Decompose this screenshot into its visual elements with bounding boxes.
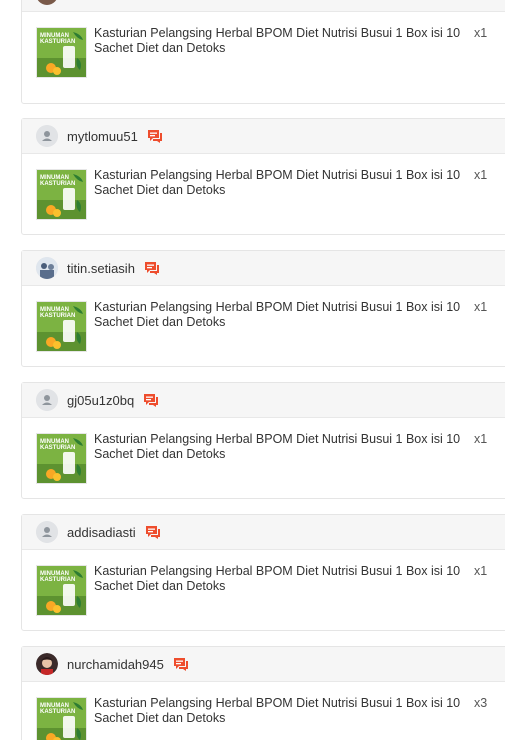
chat-icon[interactable] [173,656,189,672]
product-row: MINUMAN KASTURIAN Kasturian Pelangsing H… [22,418,505,498]
chat-icon[interactable] [143,392,159,408]
order-card: mytlomuu51 MINUMAN KASTURIAN Kasturian P… [21,118,505,235]
buyer-username[interactable]: gj05u1z0bq [67,393,134,408]
thumb-text: KASTURIAN [40,181,75,187]
buyer-username[interactable]: addisadiasti [67,525,136,540]
buyer-header: mytlomuu51 [22,119,505,154]
product-name[interactable]: Kasturian Pelangsing Herbal BPOM Diet Nu… [94,168,469,198]
product-row: MINUMAN KASTURIAN Kasturian Pelangsing H… [22,550,505,630]
product-thumbnail[interactable]: MINUMAN KASTURIAN [36,169,87,220]
thumb-text: KASTURIAN [40,39,75,45]
thumb-text: KASTURIAN [40,445,75,451]
chat-icon[interactable] [145,524,161,540]
photo-avatar[interactable] [36,653,58,675]
product-quantity: x3 [474,696,488,710]
order-card: nurchamidah945 MINUMAN KASTURIAN Kasturi… [21,646,505,740]
product-name[interactable]: Kasturian Pelangsing Herbal BPOM Diet Nu… [94,432,469,462]
product-thumbnail[interactable]: MINUMAN KASTURIAN [36,433,87,484]
default-avatar-icon[interactable] [36,389,58,411]
chat-icon[interactable] [147,128,163,144]
avatar[interactable] [36,0,58,5]
buyer-header: gj05u1z0bq [22,383,505,418]
order-card: titin.setiasih MINUMAN KASTURIAN Kasturi… [21,250,505,367]
product-name[interactable]: Kasturian Pelangsing Herbal BPOM Diet Nu… [94,26,469,56]
product-name[interactable]: Kasturian Pelangsing Herbal BPOM Diet Nu… [94,696,469,726]
product-row: MINUMAN KASTURIAN Kasturian Pelangsing H… [22,154,505,234]
product-name[interactable]: Kasturian Pelangsing Herbal BPOM Diet Nu… [94,300,469,330]
chat-icon[interactable] [144,260,160,276]
buyer-header: nurchamidah945 [22,647,505,682]
product-quantity: x1 [474,300,488,314]
product-row: MINUMAN KASTURIAN Kasturian Pelangsing H… [22,286,505,366]
product-row: MINUMAN KASTURIAN Kasturian Pelangsing H… [22,682,505,740]
product-thumbnail[interactable]: MINUMAN KASTURIAN [36,301,87,352]
product-thumbnail[interactable]: MINUMAN KASTURIAN [36,27,87,78]
photo-avatar[interactable] [36,257,58,279]
thumb-text: KASTURIAN [40,313,75,319]
order-card: gj05u1z0bq MINUMAN KASTURIAN Kasturian P… [21,382,505,499]
buyer-header [22,0,505,12]
product-quantity: x1 [474,564,488,578]
product-quantity: x1 [474,26,488,40]
product-name[interactable]: Kasturian Pelangsing Herbal BPOM Diet Nu… [94,564,469,594]
default-avatar-icon[interactable] [36,521,58,543]
product-thumbnail[interactable]: MINUMAN KASTURIAN [36,697,87,740]
buyer-username[interactable]: titin.setiasih [67,261,135,276]
default-avatar-icon[interactable] [36,125,58,147]
product-quantity: x1 [474,432,488,446]
order-card: addisadiasti MINUMAN KASTURIAN Kasturian… [21,514,505,631]
buyer-header: addisadiasti [22,515,505,550]
buyer-header: titin.setiasih [22,251,505,286]
buyer-username[interactable]: nurchamidah945 [67,657,164,672]
order-list: MINUMAN KASTURIAN Kasturian Pelangsing H… [0,0,505,740]
product-thumbnail[interactable]: MINUMAN KASTURIAN [36,565,87,616]
product-quantity: x1 [474,168,488,182]
order-card: MINUMAN KASTURIAN Kasturian Pelangsing H… [21,0,505,104]
thumb-text: KASTURIAN [40,577,75,583]
product-row: MINUMAN KASTURIAN Kasturian Pelangsing H… [22,12,505,103]
buyer-username[interactable]: mytlomuu51 [67,129,138,144]
thumb-text: KASTURIAN [40,709,75,715]
